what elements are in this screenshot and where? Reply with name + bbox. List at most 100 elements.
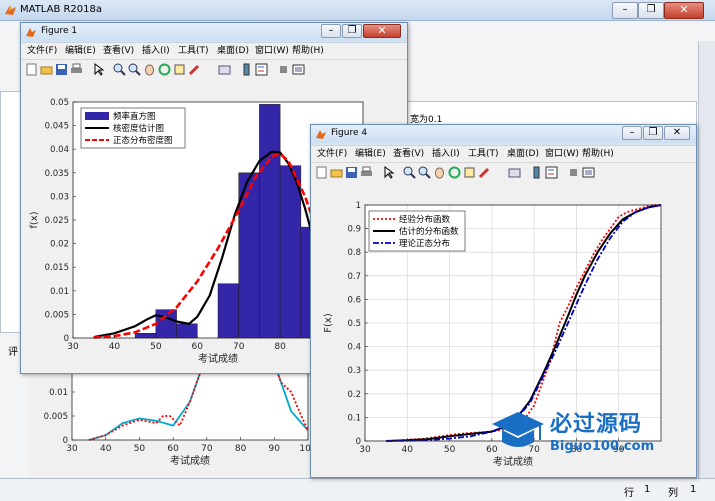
- y-tick-label: 0.035: [45, 169, 69, 179]
- menu-view[interactable]: 查看(V): [103, 43, 134, 60]
- x-tick-label: 90: [269, 444, 281, 454]
- figure4-titlebar: Figure 4 – ❐ ✕: [311, 125, 696, 143]
- menu-desktop[interactable]: 桌面(D): [507, 146, 539, 163]
- matlab-title: MATLAB R2018a: [20, 4, 103, 15]
- figure1-close-button[interactable]: ✕: [363, 24, 401, 38]
- rotate-icon[interactable]: [448, 166, 461, 179]
- save-icon[interactable]: [55, 63, 68, 76]
- y-tick-label: 0: [64, 334, 69, 344]
- legend-entry: 估计的分布函数: [399, 226, 459, 237]
- legend-icon[interactable]: [255, 63, 268, 76]
- y-axis-label: F(x): [323, 313, 334, 333]
- rotate-icon[interactable]: [158, 63, 171, 76]
- zoom-out-icon[interactable]: [128, 63, 141, 76]
- menu-edit[interactable]: 编辑(E): [65, 43, 96, 60]
- col-label: 列: [668, 488, 678, 499]
- menu-file[interactable]: 文件(F): [317, 146, 347, 163]
- hide-plot-tools-icon[interactable]: [567, 166, 580, 179]
- brush-icon[interactable]: [478, 166, 491, 179]
- zoom-in-icon[interactable]: [403, 166, 416, 179]
- histogram-bar: [259, 104, 281, 339]
- pan-icon[interactable]: [433, 166, 446, 179]
- menu-window[interactable]: 窗口(W): [545, 146, 579, 163]
- x-tick-label: 80: [274, 342, 286, 352]
- menu-tools[interactable]: 工具(T): [468, 146, 499, 163]
- figure1-maximize-button[interactable]: ❐: [342, 24, 362, 38]
- figure4-menubar: 文件(F) 编辑(E) 查看(V) 插入(I) 工具(T) 桌面(D) 窗口(W…: [311, 145, 696, 163]
- menu-help[interactable]: 帮助(H): [582, 146, 614, 163]
- legend-entry: 频率直方图: [113, 111, 156, 122]
- y-tick-label: 0.05: [50, 98, 69, 108]
- open-file-icon[interactable]: [40, 63, 53, 76]
- watermark-url: Biguo100.com: [550, 439, 655, 454]
- figure4-maximize-button[interactable]: ❐: [643, 126, 663, 140]
- x-tick-label: 40: [402, 445, 414, 455]
- y-tick-label: 0.005: [45, 310, 69, 320]
- histogram-bar: [279, 165, 302, 339]
- x-tick-label: 30: [67, 342, 79, 352]
- figure1-minimize-button[interactable]: –: [321, 24, 341, 38]
- figure1-title: Figure 1: [41, 26, 78, 36]
- menu-help[interactable]: 帮助(H): [292, 43, 324, 60]
- data-cursor-icon[interactable]: [173, 63, 186, 76]
- zoom-in-icon[interactable]: [113, 63, 126, 76]
- open-file-icon[interactable]: [330, 166, 343, 179]
- print-icon[interactable]: [70, 63, 83, 76]
- row-label: 行: [624, 488, 634, 499]
- row-value: 1: [644, 484, 651, 495]
- save-icon[interactable]: [345, 166, 358, 179]
- colorbar-icon[interactable]: [530, 166, 543, 179]
- legend-icon[interactable]: [545, 166, 558, 179]
- x-tick-label: 30: [359, 445, 371, 455]
- x-tick-label: 80: [235, 444, 247, 454]
- figure1-toolbar: [21, 59, 407, 81]
- y-tick-label: 0.5: [347, 319, 361, 329]
- pointer-icon[interactable]: [92, 63, 105, 76]
- minimize-button[interactable]: –: [612, 2, 638, 19]
- menu-insert[interactable]: 插入(I): [432, 146, 460, 163]
- show-plot-tools-icon[interactable]: [292, 63, 305, 76]
- watermark-brand: 必过源码: [550, 412, 643, 437]
- figure-icon: [315, 128, 327, 140]
- pan-icon[interactable]: [143, 63, 156, 76]
- menu-window[interactable]: 窗口(W): [255, 43, 289, 60]
- zoom-out-icon[interactable]: [418, 166, 431, 179]
- brush-icon[interactable]: [188, 63, 201, 76]
- figure4-toolbar: [311, 162, 696, 184]
- menu-file[interactable]: 文件(F): [27, 43, 57, 60]
- new-figure-icon[interactable]: [25, 63, 38, 76]
- menu-tools[interactable]: 工具(T): [178, 43, 209, 60]
- link-plot-icon[interactable]: [508, 166, 521, 179]
- hide-plot-tools-icon[interactable]: [277, 63, 290, 76]
- side-panel-label: 评: [8, 347, 18, 358]
- show-plot-tools-icon[interactable]: [582, 166, 595, 179]
- colorbar-icon[interactable]: [240, 63, 253, 76]
- maximize-button[interactable]: ❐: [638, 2, 664, 19]
- x-tick-label: 40: [100, 444, 112, 454]
- new-figure-icon[interactable]: [315, 166, 328, 179]
- print-icon[interactable]: [360, 166, 373, 179]
- figure-icon: [25, 26, 37, 38]
- data-cursor-icon[interactable]: [463, 166, 476, 179]
- histogram-bar: [176, 323, 198, 339]
- menu-insert[interactable]: 插入(I): [142, 43, 170, 60]
- x-tick-label: 30: [66, 444, 78, 454]
- pointer-icon[interactable]: [382, 166, 395, 179]
- menu-desktop[interactable]: 桌面(D): [217, 43, 249, 60]
- background-figure: 30 40 50 60 70 80 90 100 0 0.005 0.01 考试成绩: [28, 265, 328, 476]
- close-button[interactable]: ✕: [664, 2, 704, 19]
- watermark: 必过源码 Biguo100.com: [488, 404, 688, 464]
- background-plot: 30 40 50 60 70 80 90 10000.0050.01考试成绩: [44, 265, 317, 467]
- figure4-close-button[interactable]: ✕: [664, 126, 690, 140]
- menu-view[interactable]: 查看(V): [393, 146, 424, 163]
- menu-edit[interactable]: 编辑(E): [355, 146, 386, 163]
- left-side-panel: [0, 91, 22, 333]
- figure4-title: Figure 4: [331, 128, 368, 138]
- x-tick-label: 60: [192, 342, 204, 352]
- y-tick-label: 0.1: [347, 413, 361, 423]
- y-tick-label: 0.03: [50, 192, 69, 202]
- figure4-minimize-button[interactable]: –: [622, 126, 642, 140]
- link-plot-icon[interactable]: [218, 63, 231, 76]
- figure1-titlebar: Figure 1 – ❐ ✕: [21, 23, 407, 41]
- legend-entry: 理论正态分布: [399, 238, 450, 249]
